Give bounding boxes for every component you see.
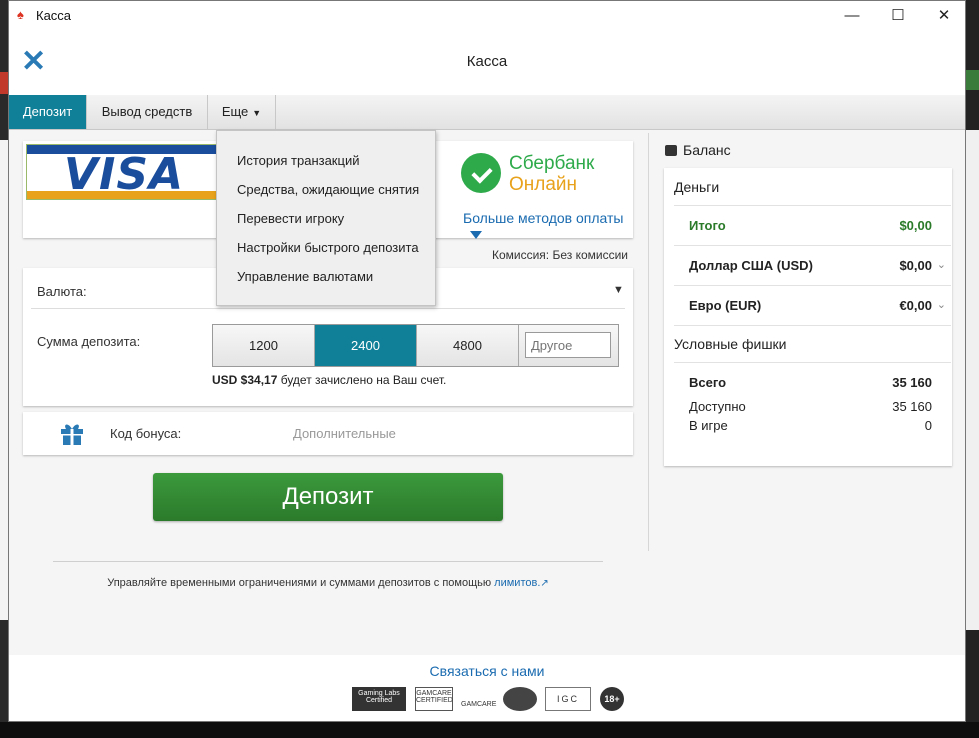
age-18-badge: 18+ <box>600 687 624 711</box>
currency-label: Валюта: <box>37 284 87 299</box>
wallet-icon <box>665 145 677 156</box>
triangle-down-icon <box>470 231 482 240</box>
close-window-button[interactable]: ✕ <box>921 1 967 31</box>
gamcare-certified-badge: GAMCARE CERTIFIED <box>415 687 453 711</box>
background-app-left <box>0 0 8 738</box>
money-section-title: Деньги <box>674 179 720 195</box>
deposit-button[interactable]: Депозит <box>153 473 503 521</box>
chevron-down-icon[interactable]: ⌄ <box>937 258 946 271</box>
chips-available-label: Доступно <box>689 399 746 414</box>
menu-item-pending-withdrawals[interactable]: Средства, ожидающие снятия <box>237 182 419 197</box>
cashier-header: ✕ Касса <box>9 31 965 96</box>
other-amount-input[interactable] <box>525 332 611 358</box>
more-methods-link[interactable]: Больше методов оплаты <box>463 210 633 242</box>
more-methods-label: Больше методов оплаты <box>463 210 624 226</box>
amount-label: Сумма депозита: <box>37 334 141 349</box>
tab-more[interactable]: Еще ▼ <box>208 95 276 129</box>
external-link-icon: ↗ <box>540 578 549 589</box>
more-dropdown-menu: История транзакций Средства, ожидающие с… <box>216 130 436 306</box>
taskbar <box>0 722 979 738</box>
menu-item-transfer-to-player[interactable]: Перевести игроку <box>237 211 344 226</box>
amount-option-1200[interactable]: 1200 <box>213 325 315 366</box>
visa-method[interactable]: VISA <box>26 144 222 200</box>
currency-dropdown-arrow-icon[interactable]: ▼ <box>613 284 624 296</box>
gift-icon <box>61 424 83 445</box>
gamcare-badge: GAMCARE <box>461 701 497 708</box>
tab-more-label: Еще <box>221 104 249 119</box>
chips-available-value: 35 160 <box>892 399 932 414</box>
chips-in-game-value: 0 <box>924 418 932 433</box>
sberbank-method[interactable]: Сбербанк Онлайн <box>431 144 631 200</box>
gaming-labs-badge: Gaming Labs Certified <box>352 687 406 711</box>
chips-total-label: Всего <box>689 375 727 390</box>
sberbank-name: Сбербанк <box>509 153 595 174</box>
row-divider <box>674 362 951 363</box>
usd-label[interactable]: Доллар США (USD) <box>689 258 813 273</box>
divider <box>53 561 603 562</box>
background-app-right <box>966 0 979 738</box>
balance-title-label: Баланс <box>683 142 731 158</box>
row-divider <box>674 325 951 326</box>
limits-link[interactable]: лимитов. <box>494 577 540 589</box>
bonus-code-input[interactable]: Дополнительные <box>293 426 396 441</box>
total-label: Итого <box>689 218 726 233</box>
row-divider <box>674 285 951 286</box>
page-title: Касса <box>466 53 508 70</box>
menu-item-manage-currencies[interactable]: Управление валютами <box>237 269 373 284</box>
credited-amount: USD $34,17 <box>212 373 278 387</box>
bonus-card: Код бонуса: Дополнительные <box>23 412 633 455</box>
tab-bar: Депозит Вывод средств Еще ▼ <box>9 95 965 130</box>
igc-badge: IGC <box>545 687 591 711</box>
maximize-button[interactable]: ☐ <box>875 1 921 31</box>
menu-item-quick-deposit-settings[interactable]: Настройки быстрого депозита <box>237 240 419 255</box>
balance-card: Деньги Итого $0,00 Доллар США (USD) $0,0… <box>664 168 952 466</box>
minimize-button[interactable]: — <box>829 1 875 31</box>
menu-item-transaction-history[interactable]: История транзакций <box>237 153 359 168</box>
vertical-divider <box>648 133 649 551</box>
crest-badge-icon <box>503 687 537 711</box>
amount-option-2400[interactable]: 2400 <box>315 325 417 366</box>
row-divider <box>674 205 951 206</box>
footer: Связаться с нами Gaming Labs Certified G… <box>9 655 965 721</box>
balance-title: Баланс <box>665 142 731 158</box>
chips-section-title: Условные фишки <box>674 336 787 352</box>
caret-down-icon: ▼ <box>252 108 262 118</box>
sberbank-online: Онлайн <box>509 174 578 195</box>
app-logo-icon: ♠ <box>17 7 24 22</box>
limits-note: Управляйте временными ограничениями и су… <box>9 577 647 589</box>
amount-option-4800[interactable]: 4800 <box>417 325 519 366</box>
credited-note: USD $34,17 будет зачислено на Ваш счет. <box>212 373 446 387</box>
usd-value: $0,00 <box>899 258 932 273</box>
window-title: Касса <box>36 8 72 23</box>
credited-suffix: будет зачислено на Ваш счет. <box>277 373 447 387</box>
row-divider <box>674 245 951 246</box>
contact-us-link[interactable]: Связаться с нами <box>9 663 965 679</box>
total-value: $0,00 <box>899 218 932 233</box>
eur-value: €0,00 <box>899 298 932 313</box>
chips-total-value: 35 160 <box>892 375 932 390</box>
currency-divider <box>31 308 625 309</box>
title-bar: ♠ Касса — ☐ ✕ <box>9 1 965 31</box>
chevron-down-icon[interactable]: ⌄ <box>937 298 946 311</box>
visa-stripe-bottom <box>27 191 221 199</box>
cashier-window: ♠ Касса — ☐ ✕ ✕ Касса Депозит Вывод сред… <box>8 0 966 722</box>
eur-label[interactable]: Евро (EUR) <box>689 298 761 313</box>
sberbank-logo-icon <box>461 153 501 193</box>
bonus-code-label: Код бонуса: <box>110 426 182 441</box>
chips-in-game-label: В игре <box>689 418 728 433</box>
tab-deposit[interactable]: Депозит <box>9 95 87 129</box>
amount-selector: 1200 2400 4800 <box>212 324 619 367</box>
limits-text: Управляйте временными ограничениями и су… <box>107 577 495 589</box>
tab-withdraw[interactable]: Вывод средств <box>87 95 208 129</box>
